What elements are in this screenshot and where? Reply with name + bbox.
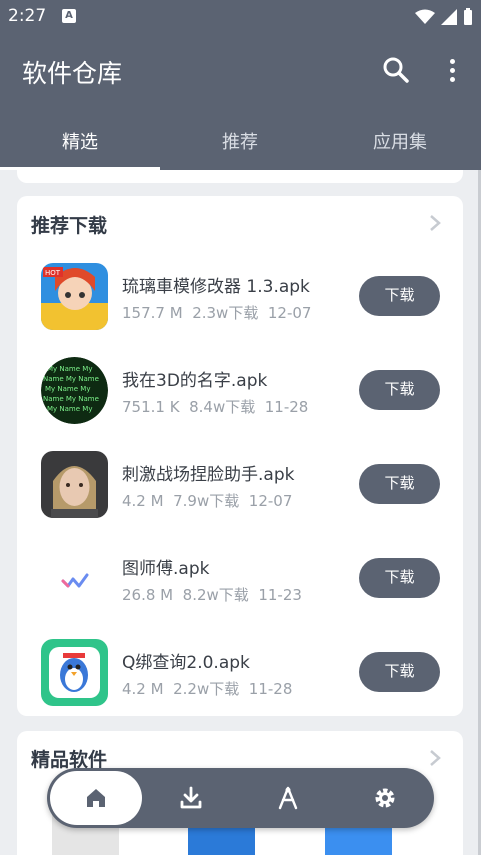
home-icon	[87, 789, 105, 807]
battery-icon	[464, 8, 472, 25]
app-size: 26.8 M	[122, 586, 174, 604]
notification-icon: A	[62, 9, 76, 23]
app-downloads: 2.3w下载	[192, 304, 259, 322]
download-button[interactable]: 下载	[359, 652, 440, 692]
download-button[interactable]: 下载	[359, 558, 440, 598]
list-item[interactable]: 图师傅.apk 26.8 M 8.2w下载 11-23 下载	[17, 538, 463, 630]
list-item[interactable]: 刺激战场捏脸助手.apk 4.2 M 7.9w下载 12-07 下载	[17, 444, 463, 536]
download-button[interactable]: 下载	[359, 370, 440, 410]
app-bar: 软件仓库 精选 推荐 应用集	[0, 34, 481, 170]
list-item[interactable]: My Name My Name My Name My Name My Name …	[17, 350, 463, 442]
nav-home[interactable]	[50, 771, 142, 825]
app-meta: 4.2 M 2.2w下载 11-28	[122, 678, 292, 699]
more-vert-icon[interactable]	[440, 54, 464, 86]
app-meta: 26.8 M 8.2w下载 11-23	[122, 584, 302, 605]
svg-text:My Name My: My Name My	[47, 365, 92, 373]
section-title: 推荐下载	[31, 215, 108, 237]
previous-card-bottom	[17, 170, 463, 183]
chevron-right-icon[interactable]	[429, 749, 441, 767]
app-date: 11-28	[248, 680, 293, 698]
status-bar: 2:27 A	[0, 0, 481, 34]
app-size: 4.2 M	[122, 680, 164, 698]
tab-bar: 精选 推荐 应用集	[0, 118, 481, 170]
svg-text:Name My Name: Name My Name	[43, 395, 99, 403]
list-item[interactable]: Q绑查询2.0.apk 4.2 M 2.2w下载 11-28 下载	[17, 632, 463, 724]
status-time: 2:27	[8, 6, 47, 26]
app-downloads: 8.2w下载	[182, 586, 249, 604]
app-meta: 751.1 K 8.4w下载 11-28	[122, 396, 308, 417]
search-icon[interactable]	[380, 54, 412, 86]
settings-icon	[375, 788, 395, 808]
status-icons	[415, 8, 473, 26]
nav-discover[interactable]	[242, 771, 334, 825]
app-meta: 157.7 M 2.3w下载 12-07	[122, 302, 311, 323]
nav-downloads[interactable]	[145, 771, 237, 825]
app-meta: 4.2 M 7.9w下载 12-07	[122, 490, 292, 511]
app-size: 751.1 K	[122, 398, 180, 416]
app-name: 图师傅.apk	[122, 559, 210, 579]
app-downloads: 2.2w下载	[173, 680, 240, 698]
app-icon-face	[41, 451, 108, 518]
nav-settings[interactable]	[339, 771, 431, 825]
recommended-downloads-card: 推荐下载 HOT 琉璃車模修改器 1.3.apk 157.7 M 2.3w下载 …	[17, 196, 463, 716]
app-icon-3d-name: My Name My Name My Name My Name My Name …	[41, 357, 108, 424]
svg-text:My Name My: My Name My	[45, 385, 90, 393]
tab-app-collection[interactable]: 应用集	[320, 118, 480, 170]
svg-text:My Name My: My Name My	[47, 405, 92, 413]
download-button[interactable]: 下载	[359, 276, 440, 316]
app-icon-tushifu	[41, 545, 108, 612]
svg-text:Name My Name: Name My Name	[43, 375, 99, 383]
tab-featured[interactable]: 精选	[0, 118, 160, 170]
signal-icon	[441, 9, 457, 25]
app-downloads: 8.4w下载	[189, 398, 256, 416]
app-date: 12-07	[267, 304, 312, 322]
tab-recommended[interactable]: 推荐	[160, 118, 320, 170]
app-date: 11-23	[258, 586, 302, 604]
app-name: 琉璃車模修改器 1.3.apk	[122, 277, 310, 297]
app-icon-racing: HOT	[41, 263, 108, 330]
app-downloads: 7.9w下载	[173, 492, 240, 510]
svg-text:HOT: HOT	[45, 269, 61, 277]
app-icon-penguin	[41, 639, 108, 706]
download-icon	[180, 786, 202, 809]
download-button[interactable]: 下载	[359, 464, 440, 504]
wifi-icon	[415, 9, 435, 24]
compass-icon	[278, 786, 298, 810]
bottom-navigation	[47, 768, 434, 828]
app-name: 刺激战场捏脸助手.apk	[122, 465, 295, 485]
app-size: 157.7 M	[122, 304, 183, 322]
app-title: 软件仓库	[22, 59, 123, 88]
app-date: 12-07	[248, 492, 293, 510]
app-date: 11-28	[264, 398, 309, 416]
list-item[interactable]: HOT 琉璃車模修改器 1.3.apk 157.7 M 2.3w下载 12-07…	[17, 256, 463, 348]
app-name: 我在3D的名字.apk	[122, 371, 268, 391]
chevron-right-icon[interactable]	[429, 214, 441, 232]
app-size: 4.2 M	[122, 492, 164, 510]
app-name: Q绑查询2.0.apk	[122, 653, 250, 673]
